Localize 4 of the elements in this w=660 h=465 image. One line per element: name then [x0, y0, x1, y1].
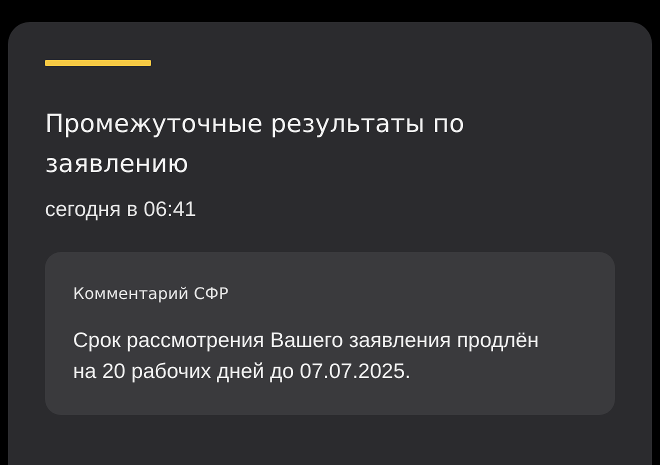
comment-text: Срок рассмотрения Вашего заявления продлён на 20 рабочих дней до 07.07.2025.	[73, 328, 540, 385]
notification-time: сегодня в 06:41	[45, 198, 198, 222]
notification-title: Промежуточные результаты по заявлению	[45, 108, 466, 180]
comment-heading: Комментарий СФР	[73, 284, 230, 303]
